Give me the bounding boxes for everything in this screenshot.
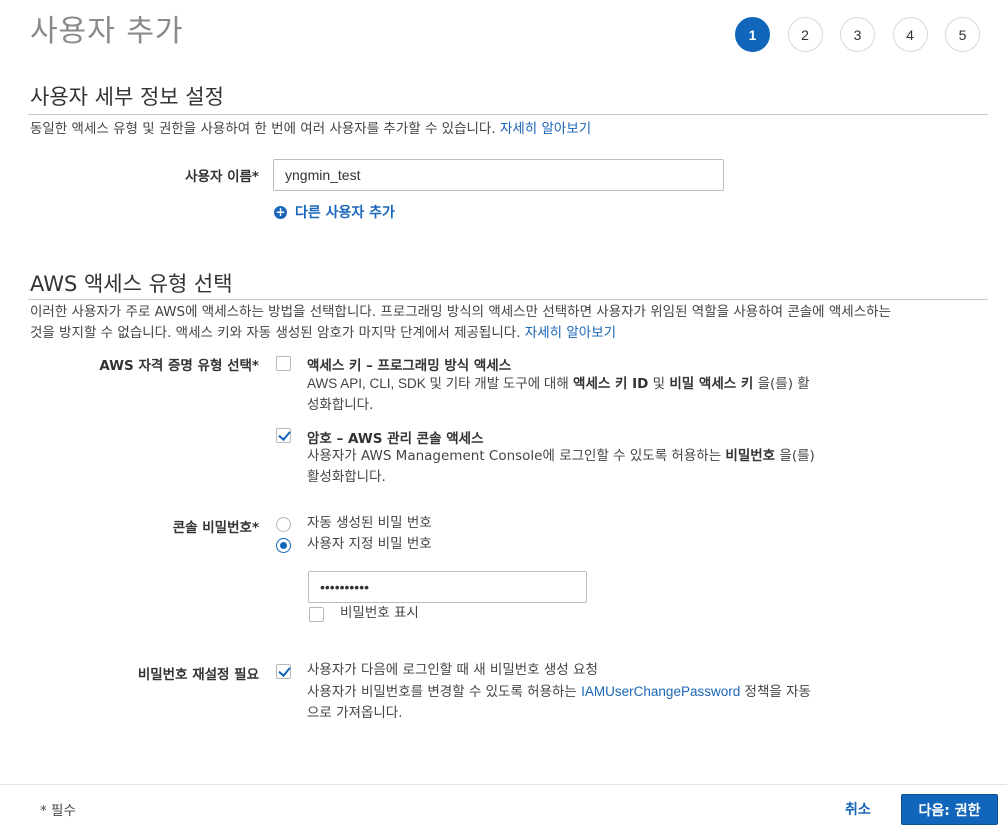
reset-text-3: 정책을 자동 bbox=[744, 684, 811, 700]
step-1[interactable]: 1 bbox=[735, 17, 770, 52]
console-access-description: 사용자가 AWS Management Console에 로그인할 수 있도록 … bbox=[307, 446, 815, 488]
step-4[interactable]: 4 bbox=[892, 17, 928, 52]
console-text-2: 을(를) bbox=[779, 448, 815, 464]
programmatic-description-line-1: AWS API, CLI, SDK 및 기타 개발 도구에 대해 액세스 키 I… bbox=[307, 373, 810, 395]
required-note: * 필수 bbox=[40, 803, 76, 819]
access-divider bbox=[28, 299, 988, 300]
auto-password-radio[interactable] bbox=[276, 517, 291, 532]
console-access-checkbox[interactable] bbox=[276, 428, 291, 443]
access-description: 이러한 사용자가 주로 AWS에 액세스하는 방법을 선택합니다. 프로그래밍 … bbox=[30, 302, 990, 344]
reset-line-2: 사용자가 비밀번호를 변경할 수 있도록 허용하는 IAMUserChangeP… bbox=[307, 681, 811, 703]
auto-password-label: 자동 생성된 비밀 번호 bbox=[307, 515, 432, 531]
show-password-label: 비밀번호 표시 bbox=[340, 605, 419, 621]
step-2[interactable]: 2 bbox=[787, 17, 823, 52]
details-section-title: 사용자 세부 정보 설정 bbox=[30, 85, 224, 109]
access-description-line-2: 것을 방지할 수 없습니다. 액세스 키와 자동 생성된 암호가 마지막 단계에… bbox=[30, 323, 990, 344]
programmatic-access-title: 액세스 키 – 프로그래밍 방식 액세스 bbox=[307, 358, 512, 374]
reset-text-4: 으로 가져옵니다. bbox=[307, 705, 403, 721]
page-title: 사용자 추가 bbox=[30, 14, 184, 49]
add-another-user-label: 다른 사용자 추가 bbox=[295, 205, 395, 221]
reset-text-2: 사용자가 비밀번호를 변경할 수 있도록 허용하는 bbox=[307, 684, 577, 700]
details-description-text: 동일한 액세스 유형 및 권한을 사용하여 한 번에 여러 사용자를 추가할 수… bbox=[30, 121, 496, 137]
access-section-title: AWS 액세스 유형 선택 bbox=[30, 272, 233, 296]
step-5[interactable]: 5 bbox=[945, 17, 980, 52]
programmatic-text-4: 성화합니다. bbox=[307, 397, 374, 413]
reset-text-1: 사용자가 다음에 로그인할 때 새 비밀번호 생성 요청 bbox=[307, 662, 598, 678]
programmatic-bold-1: 액세스 키 ID bbox=[573, 376, 649, 392]
username-label: 사용자 이름* bbox=[185, 169, 259, 185]
add-another-user-link[interactable]: + 다른 사용자 추가 bbox=[274, 202, 395, 222]
username-input[interactable] bbox=[273, 159, 724, 191]
details-divider bbox=[28, 114, 988, 115]
programmatic-access-description: AWS API, CLI, SDK 및 기타 개발 도구에 대해 액세스 키 I… bbox=[307, 373, 810, 416]
console-password-label: 콘솔 비밀번호* bbox=[172, 520, 259, 536]
password-reset-checkbox[interactable] bbox=[276, 664, 291, 679]
details-learn-more-link[interactable]: 자세히 알아보기 bbox=[500, 121, 591, 137]
footer-divider bbox=[0, 784, 1007, 785]
plus-circle-icon: + bbox=[274, 205, 287, 219]
programmatic-text-3: 을(를) 활 bbox=[757, 376, 810, 392]
programmatic-text-1: AWS API, CLI, SDK 및 기타 개발 도구에 대해 bbox=[307, 376, 569, 391]
details-description: 동일한 액세스 유형 및 권한을 사용하여 한 번에 여러 사용자를 추가할 수… bbox=[30, 119, 990, 140]
password-reset-description: 사용자가 다음에 로그인할 때 새 비밀번호 생성 요청 사용자가 비밀번호를 … bbox=[307, 660, 811, 724]
credential-type-label: AWS 자격 증명 유형 선택* bbox=[99, 358, 259, 374]
wizard-steps: 1 2 3 4 5 bbox=[735, 17, 998, 52]
programmatic-access-checkbox[interactable] bbox=[276, 356, 291, 371]
custom-password-input[interactable] bbox=[308, 571, 587, 603]
show-password-checkbox[interactable] bbox=[309, 607, 324, 622]
cancel-button[interactable]: 취소 bbox=[845, 799, 871, 819]
access-description-line-1: 이러한 사용자가 주로 AWS에 액세스하는 방법을 선택합니다. 프로그래밍 … bbox=[30, 304, 891, 320]
console-bold-1: 비밀번호 bbox=[725, 448, 776, 464]
programmatic-bold-2: 비밀 액세스 키 bbox=[669, 376, 754, 392]
custom-password-label: 사용자 지정 비밀 번호 bbox=[307, 536, 432, 552]
access-description-line-2-text: 것을 방지할 수 없습니다. 액세스 키와 자동 생성된 암호가 마지막 단계에… bbox=[30, 325, 521, 341]
access-learn-more-link[interactable]: 자세히 알아보기 bbox=[525, 325, 616, 341]
password-reset-label: 비밀번호 재설정 필요 bbox=[137, 667, 259, 683]
console-description-line-1: 사용자가 AWS Management Console에 로그인할 수 있도록 … bbox=[307, 446, 815, 467]
step-3[interactable]: 3 bbox=[840, 17, 875, 52]
iam-user-change-password-link[interactable]: IAMUserChangePassword bbox=[581, 684, 740, 699]
programmatic-text-2: 및 bbox=[652, 376, 666, 392]
console-access-title: 암호 – AWS 관리 콘솔 액세스 bbox=[307, 431, 484, 447]
next-permissions-button[interactable]: 다음: 권한 bbox=[901, 794, 998, 825]
custom-password-radio[interactable] bbox=[276, 538, 291, 553]
console-text-1: 사용자가 AWS Management Console에 로그인할 수 있도록 … bbox=[307, 448, 722, 464]
console-text-3: 활성화합니다. bbox=[307, 469, 386, 485]
